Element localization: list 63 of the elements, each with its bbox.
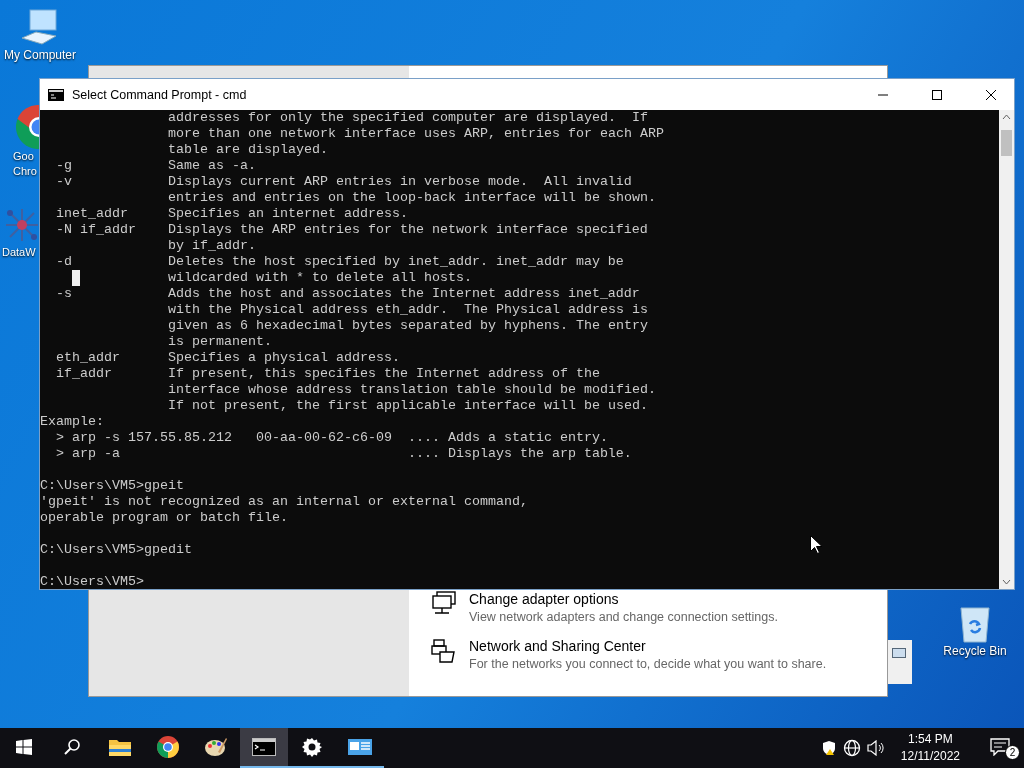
- console-line: given as 6 hexadecimal bytes separated by hyphens. The entry: [168, 318, 648, 334]
- notification-badge: 2: [1005, 745, 1020, 760]
- console-line: C:\Users\VM5>gpeit: [40, 478, 184, 494]
- window-title: Select Command Prompt - cmd: [72, 87, 248, 102]
- control-panel-icon: [348, 737, 372, 757]
- console-line: -s Adds the host and associates the Internet address inet_addr: [56, 286, 640, 302]
- message-icon: [990, 738, 1010, 756]
- console-line: more than one network interface uses ARP, entries for each ARP: [168, 126, 664, 142]
- settings-link[interactable]: Network and Sharing Center: [469, 638, 827, 654]
- console-line: -N if_addr Displays the ARP entries for the network interface specified: [56, 222, 648, 238]
- console-line: Example:: [40, 414, 104, 430]
- desktop-icon-label[interactable]: Goo: [13, 149, 34, 164]
- console-line: 'gpeit' is not recognized as an internal or external command,: [40, 494, 528, 510]
- console-line: interface whose address translation table should be modified.: [168, 382, 656, 398]
- picture-icon: [892, 648, 906, 658]
- gear-icon: [302, 737, 322, 757]
- terminal-icon: [48, 88, 64, 101]
- console-line: eth_addr Specifies a physical address.: [56, 350, 400, 366]
- console-line: inet_addr Specifies an internet address.: [56, 206, 408, 222]
- console-line: If not present, the first applicable interface will be used.: [168, 398, 648, 414]
- maximize-icon: [932, 89, 942, 100]
- desktop-icon-label[interactable]: Chro: [13, 164, 37, 179]
- shield-warning-icon[interactable]: [820, 740, 837, 756]
- console-line: operable program or batch file.: [40, 510, 288, 526]
- console-line: by if_addr.: [168, 238, 256, 254]
- console-line: entries and entries on the loop-back interface will be shown.: [168, 190, 656, 206]
- printer-folder-icon: [431, 638, 457, 664]
- console-line: -g Same as -a.: [56, 158, 256, 174]
- chrome-icon: [156, 735, 180, 759]
- search-icon: [63, 738, 81, 756]
- scrollbar-thumb[interactable]: [1001, 130, 1012, 156]
- computer-icon: [20, 8, 60, 48]
- console-line: is permanent.: [168, 334, 272, 350]
- settings-link-description: For the networks you connect to, decide what you want to share.: [469, 657, 827, 671]
- windows-icon: [16, 739, 32, 755]
- settings-link-description: View network adapters and change connection settings.: [469, 610, 778, 624]
- console-line: -v Displays current ARP entries in verbose mode. All invalid: [56, 174, 632, 190]
- taskbar-button[interactable]: [240, 728, 288, 768]
- terminal-icon: [252, 738, 276, 756]
- console-line: C:\Users\VM5>gpedit: [40, 542, 192, 558]
- speaker-icon[interactable]: [866, 740, 885, 756]
- console-line: table are displayed.: [168, 142, 328, 158]
- notification-button[interactable]: 2: [976, 728, 1024, 768]
- console-line: addresses for only the specified computer are displayed. If: [168, 110, 648, 126]
- desktop-icon-label[interactable]: My Computer: [4, 48, 76, 63]
- folder-icon: [108, 737, 132, 757]
- console-line: with the Physical address eth_addr. The Physical address is: [168, 302, 648, 318]
- selection-cursor-icon: [72, 270, 80, 286]
- clock[interactable]: 1:54 PM 12/11/2022: [890, 731, 970, 765]
- desktop-icon-label[interactable]: DataW: [2, 245, 36, 260]
- console-line: wildcarded with * to delete all hosts.: [168, 270, 472, 286]
- settings-link[interactable]: Change adapter options: [469, 591, 778, 607]
- console-line: C:\Users\VM5>: [40, 574, 144, 589]
- console-line: if_addr If present, this specifies the Internet address of the: [56, 366, 600, 382]
- palette-icon: [204, 736, 228, 758]
- close-icon: [986, 89, 996, 100]
- scrollbar[interactable]: [999, 110, 1014, 589]
- globe-icon[interactable]: [842, 739, 861, 757]
- console-line: > arp -s 157.55.85.212 00-aa-00-62-c6-09 .... Adds a static entry.: [56, 430, 608, 446]
- desktop-icon-label[interactable]: Recycle Bin: [943, 644, 1007, 659]
- console-line: -d Deletes the host specified by inet_addr. inet_addr may be: [56, 254, 624, 270]
- console-line: > arp -a .... Displays the arp table.: [56, 446, 632, 462]
- mouse-pointer-icon: [810, 535, 822, 554]
